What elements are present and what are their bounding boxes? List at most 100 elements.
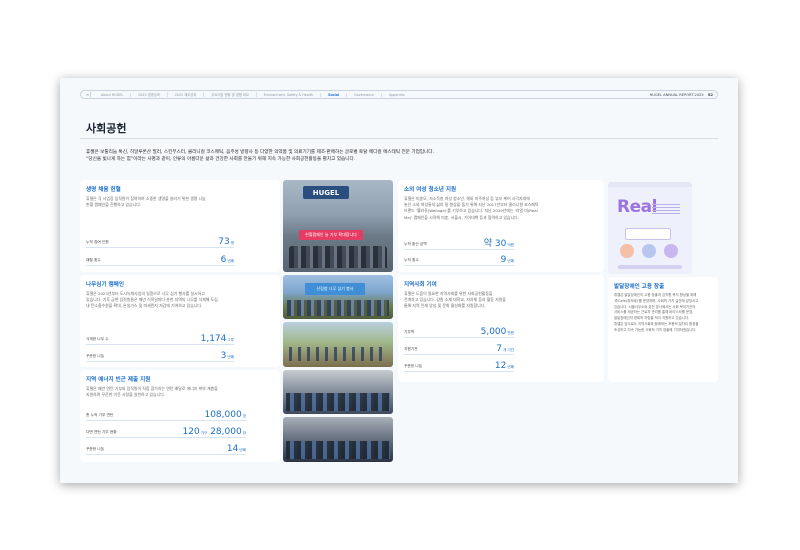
- photo-coal-delivery-work: [283, 417, 393, 462]
- nav-item-esh[interactable]: Environment, Safety & Health: [257, 92, 322, 97]
- photo-banner: 산림청 나무 심기 봉사: [305, 283, 365, 295]
- stat-row: 누적 횟수 9년째: [404, 255, 514, 266]
- card-blood-donation: 생명 채움 헌혈 휴젤은 각 사업장 임직원이 참여하여 소중한 생명을 살리기…: [80, 180, 280, 272]
- hugel-sign: HUGEL: [303, 186, 349, 199]
- poster-title: Real: [617, 197, 657, 217]
- poster-circle: [642, 244, 656, 258]
- stat-value: 5,000만원: [480, 327, 514, 337]
- stat-label: 채혈 횟수: [86, 258, 101, 262]
- stat-row: 총 누적 기부 연탄 108,000장: [86, 410, 246, 421]
- desc-line: 휴젤은 발달장애인의 고용 창출과 임직원 복지 향상을 위해: [614, 293, 697, 297]
- real-me-poster: Real: [608, 182, 692, 274]
- card-youth-support: 소외 여성 청소년 지원 휴젤은 미혼모, 저소득층 여성 청소년, 해외 미주…: [398, 180, 604, 272]
- nav-item-financial[interactable]: 2025 재무성과: [168, 92, 205, 97]
- card-title: 소외 여성 청소년 지원: [404, 187, 457, 193]
- poster-circle: [620, 244, 634, 258]
- card-description: 휴젤은 미혼모, 저소득층 여성 청소년, 해외 미주여성 등 뷰티 케어 사각…: [404, 196, 538, 221]
- stat-row: 꾸준한 나눔 12년째: [404, 361, 514, 372]
- desc-line: 브랜드 '웰라쥬(Wellage)'를 기부하고 있습니다. 지난 2019년에…: [404, 208, 538, 214]
- stat-label: 총 누적 기부 연탄: [86, 413, 114, 417]
- card-description: 휴젤은 발달장애인의 고용 창출과 임직원 복지 향상을 위해 '휴Cafe(휴…: [614, 293, 698, 334]
- desc-line: 내 탄소흡수원을 확대, 온실가스 및 미세먼지 저감에 기여하고 있습니다.: [86, 303, 203, 309]
- card-title: 지역사회 기여: [404, 282, 437, 288]
- stat-label: 기부액: [404, 330, 415, 334]
- stat-value: 14년째: [226, 444, 246, 454]
- intro-line: 휴젤은 보툴리눔 톡신, 히알루론산 필러, 스킨부스터, 클리니컬 코스메틱,…: [86, 150, 434, 155]
- stat-label: 꾸준한 나눔: [86, 354, 105, 358]
- poster-box: [625, 228, 671, 240]
- card-title: 나무심기 캠페인: [86, 282, 124, 288]
- poster-circle: [664, 244, 678, 258]
- card-description: 휴젤은 2023년부터 도시녹화사업의 일환으로 나무 심기 행사를 실시하고 …: [86, 291, 218, 310]
- nav-item-social[interactable]: Social: [321, 92, 348, 97]
- stat-label: 꾸준한 나눔: [86, 447, 105, 451]
- photo-people: [286, 393, 390, 411]
- card-title: 생명 채움 헌혈: [86, 187, 121, 193]
- desc-line: 휴젤은 앞으로도 지역사회와 함께하는 포용적 일자리 환경을: [614, 321, 699, 326]
- nav-item-about[interactable]: About HUGEL: [94, 92, 132, 97]
- photo-coal-delivery-group: [283, 370, 393, 414]
- photo-people: [289, 347, 387, 361]
- stat-value: 9년째: [500, 255, 514, 265]
- stat-value: 1,174그루: [200, 334, 234, 344]
- card-tree-campaign: 나무심기 캠페인 휴젤은 2023년부터 도시녹화사업의 일환으로 나무 심기 …: [80, 275, 280, 367]
- poster-text-lines: [652, 204, 680, 214]
- desc-line: Me)' 캠페인을 시작해 미혼, 서울시, 기아대책 등과 협력하고 있습니다…: [404, 214, 520, 220]
- stat-value: 120가구 28,000장: [182, 427, 247, 437]
- intro-line: “당신을 빛나게 하는 힘”이라는 사명과 같이, 인류의 아름다운 삶과 건강…: [86, 157, 356, 162]
- nav-item-governance[interactable]: Governance: [347, 92, 383, 97]
- stat-label: 지원기관: [404, 347, 418, 351]
- card-disability-employment: 발달장애인 고용 창출 휴젤은 발달장애인의 고용 창출과 임직원 복지 향상을…: [608, 277, 718, 382]
- nav-item-appendix[interactable]: Appendix: [382, 93, 412, 97]
- menu-icon[interactable]: ≡: [85, 92, 91, 97]
- stat-row: 누적 참여 인원 73명: [86, 237, 234, 248]
- page-number: 52: [707, 92, 713, 97]
- stat-label: 누적 횟수: [404, 258, 419, 262]
- photo-people: [289, 246, 387, 268]
- desc-line: 조성하고 지속 가능한 사회적 가치 창출에 기여하겠습니다.: [614, 327, 697, 332]
- stat-value: 73명: [218, 237, 234, 247]
- intro-text: 휴젤은 보툴리눔 톡신, 히알루론산 필러, 스킨부스터, 클리니컬 코스메틱,…: [86, 149, 696, 163]
- poster-header: [608, 182, 692, 187]
- report-title: HUGEL ANNUAL REPORT 2025: [649, 92, 704, 97]
- card-title: 지역 에너지 빈곤 제출 지원: [86, 377, 151, 383]
- stat-label: 누적 환산 금액: [404, 242, 427, 246]
- report-navigation-bar: ≡ About HUGEL 2025 경영성과 2025 재무성과 주요사업 현…: [80, 90, 718, 99]
- report-page: ≡ About HUGEL 2025 경영성과 2025 재무성과 주요사업 현…: [60, 78, 738, 483]
- title-divider: [80, 138, 718, 139]
- stat-value: 12년째: [494, 361, 514, 371]
- stat-label: 다면 연탄 기부 현황: [86, 430, 117, 434]
- nav-item-performance[interactable]: 2025 경영성과: [131, 92, 168, 97]
- stat-row: 누적 환산 금액 약 30억원: [404, 239, 514, 250]
- stat-row: 다면 연탄 기부 현황 120가구 28,000장: [86, 427, 247, 438]
- stat-value: 3년째: [220, 351, 234, 361]
- stat-value: 108,000장: [204, 410, 246, 420]
- card-regional-contribution: 지역사회 기여 휴젤은 도움이 필요한 지역사회를 위한 사회공헌활동을 전개하…: [398, 275, 604, 382]
- stat-value: 7개 기관: [496, 344, 514, 354]
- photo-banner: 헌혈캠페인 늘 기부 확대합니다: [299, 230, 363, 240]
- card-description: 휴젤은 각 사업장 임직원이 참여하여 소중한 생명을 살리기 위한 생명 나눔…: [86, 196, 206, 208]
- stat-value: 6년째: [220, 255, 234, 265]
- stat-value: 약 30억원: [483, 239, 514, 249]
- card-description: 휴젤은 도움이 필요한 지역사회를 위한 사회공헌활동을 전개하고 있습니다. …: [404, 291, 506, 310]
- nav-item-business[interactable]: 주요사업 현황 및 경쟁 비교: [204, 92, 257, 97]
- photo-people: [286, 441, 390, 459]
- stat-row: 식재한 나무 수 1,174그루: [86, 334, 234, 345]
- card-description: 휴젤은 매년 연탄 기부와 임직원이 직접 참가하는 연탄 배달로 에너지 취약…: [86, 386, 218, 398]
- poster-label: [618, 265, 682, 269]
- stat-row: 꾸준한 나눔 3년째: [86, 351, 234, 362]
- stat-label: 누적 참여 인원: [86, 240, 109, 244]
- card-energy-poverty: 지역 에너지 빈곤 제출 지원 휴젤은 매년 연탄 기부와 임직원이 직접 참가…: [80, 370, 280, 462]
- desc-line: 지원하며 꾸준한 이웃 사랑을 실천하고 있습니다.: [86, 392, 166, 398]
- stat-label: 식재한 나무 수: [86, 337, 109, 341]
- photo-tree-planting-group: 산림청 나무 심기 봉사: [283, 275, 393, 319]
- page-title: 사회공헌: [86, 122, 127, 135]
- photo-tree-planting-field: [283, 322, 393, 367]
- stat-row: 지원기관 7개 기관: [404, 344, 514, 355]
- photo-blood-donation: HUGEL 헌혈캠페인 늘 기부 확대합니다: [283, 180, 393, 272]
- stat-label: 꾸준한 나눔: [404, 364, 423, 368]
- desc-line: 헌혈 캠페인을 진행하고 있습니다.: [86, 202, 142, 208]
- photo-people: [287, 300, 389, 316]
- card-title: 발달장애인 고용 창출: [614, 284, 665, 290]
- stat-row: 채혈 횟수 6년째: [86, 255, 234, 266]
